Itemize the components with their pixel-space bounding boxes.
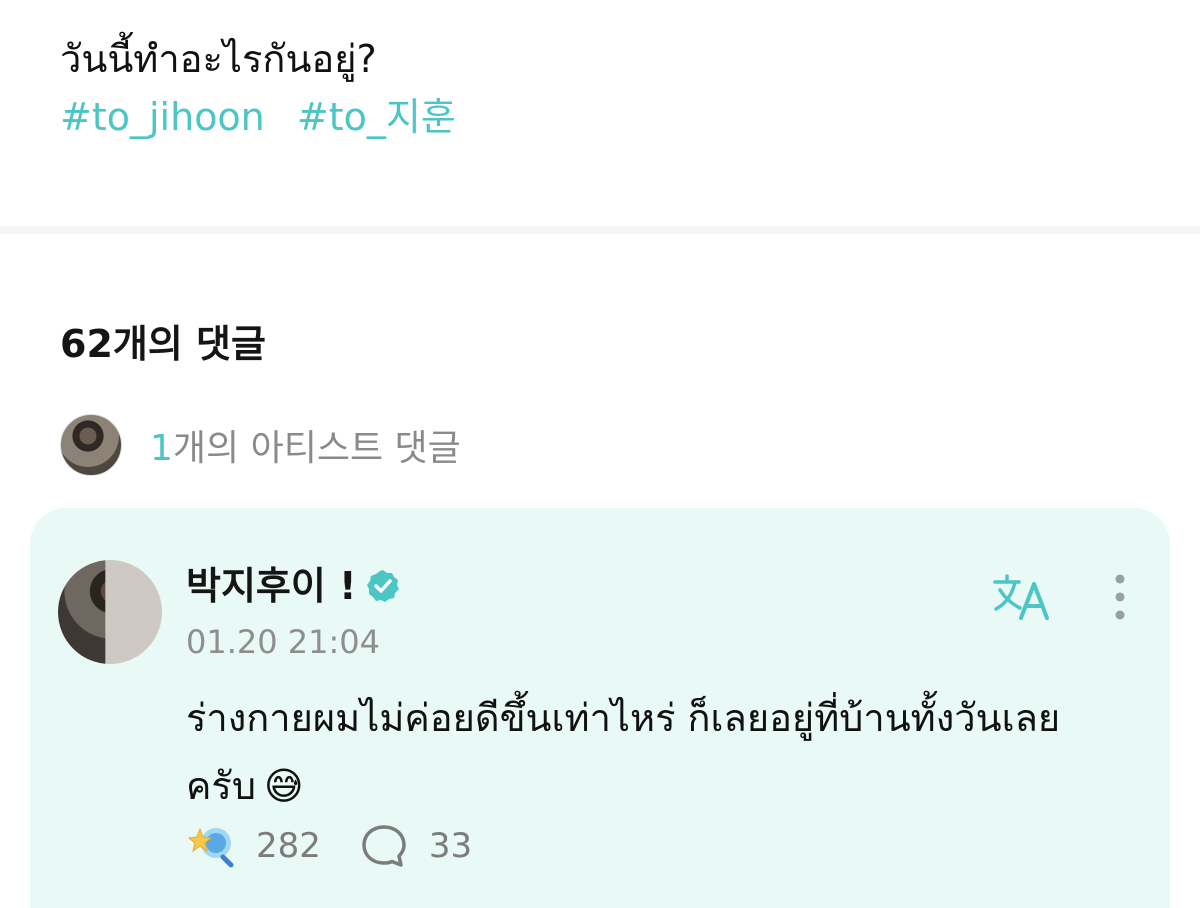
- comment-text: ร่างกายผมไม่ค่อยดีขึ้นเท่าไหร่ ก็เลยอยู่…: [186, 684, 1126, 820]
- artist-comment-card: 박지후이 ! 01.20 21:04 ร่างกายผมไม่ค่อยดีขึ้…: [30, 508, 1170, 908]
- reply-button[interactable]: 33: [359, 823, 472, 869]
- comment-author-name[interactable]: 박지후이 !: [186, 560, 356, 612]
- artist-comments-filter[interactable]: 1개의 아티스트 댓글: [60, 414, 461, 476]
- artist-comments-text: 개의 아티스트 댓글: [172, 428, 461, 469]
- hashtag-to-jihoon-korean[interactable]: #to_지훈: [297, 95, 456, 139]
- artist-comments-label: 1개의 아티스트 댓글: [150, 419, 461, 471]
- comment-emoji: 😅: [263, 764, 304, 808]
- comment-bubble-icon: [362, 825, 406, 867]
- comments-count-title: 62개의 댓글: [60, 322, 266, 366]
- artist-avatar: [60, 414, 122, 476]
- star-wand-icon: [187, 827, 234, 868]
- more-vertical-icon[interactable]: [1108, 572, 1132, 622]
- verified-check-icon: [367, 570, 400, 602]
- comment-author-avatar[interactable]: [58, 560, 162, 664]
- post-text: วันนี้ทำอะไรกันอยู่?: [60, 37, 377, 81]
- hashtag-list: #to_jihoon #to_지훈: [60, 88, 476, 146]
- artist-comments-count: 1: [150, 428, 173, 469]
- post-body: วันนี้ทำอะไรกันอยู่? #to_jihoon #to_지훈: [60, 30, 476, 146]
- like-button[interactable]: 282: [186, 823, 321, 869]
- like-count: 282: [256, 826, 321, 866]
- comment-body: ร่างกายผมไม่ค่อยดีขึ้นเท่าไหร่ ก็เลยอยู่…: [186, 696, 1061, 808]
- translate-icon[interactable]: [992, 572, 1052, 620]
- post-page: วันนี้ทำอะไรกันอยู่? #to_jihoon #to_지훈 6…: [0, 0, 1200, 908]
- hashtag-to-jihoon[interactable]: #to_jihoon: [60, 95, 265, 139]
- reply-count: 33: [428, 826, 473, 866]
- section-divider: [0, 226, 1200, 234]
- comment-actions: 282 33: [186, 820, 510, 872]
- comment-author-row: 박지후이 !: [186, 560, 400, 612]
- comment-timestamp: 01.20 21:04: [186, 623, 380, 661]
